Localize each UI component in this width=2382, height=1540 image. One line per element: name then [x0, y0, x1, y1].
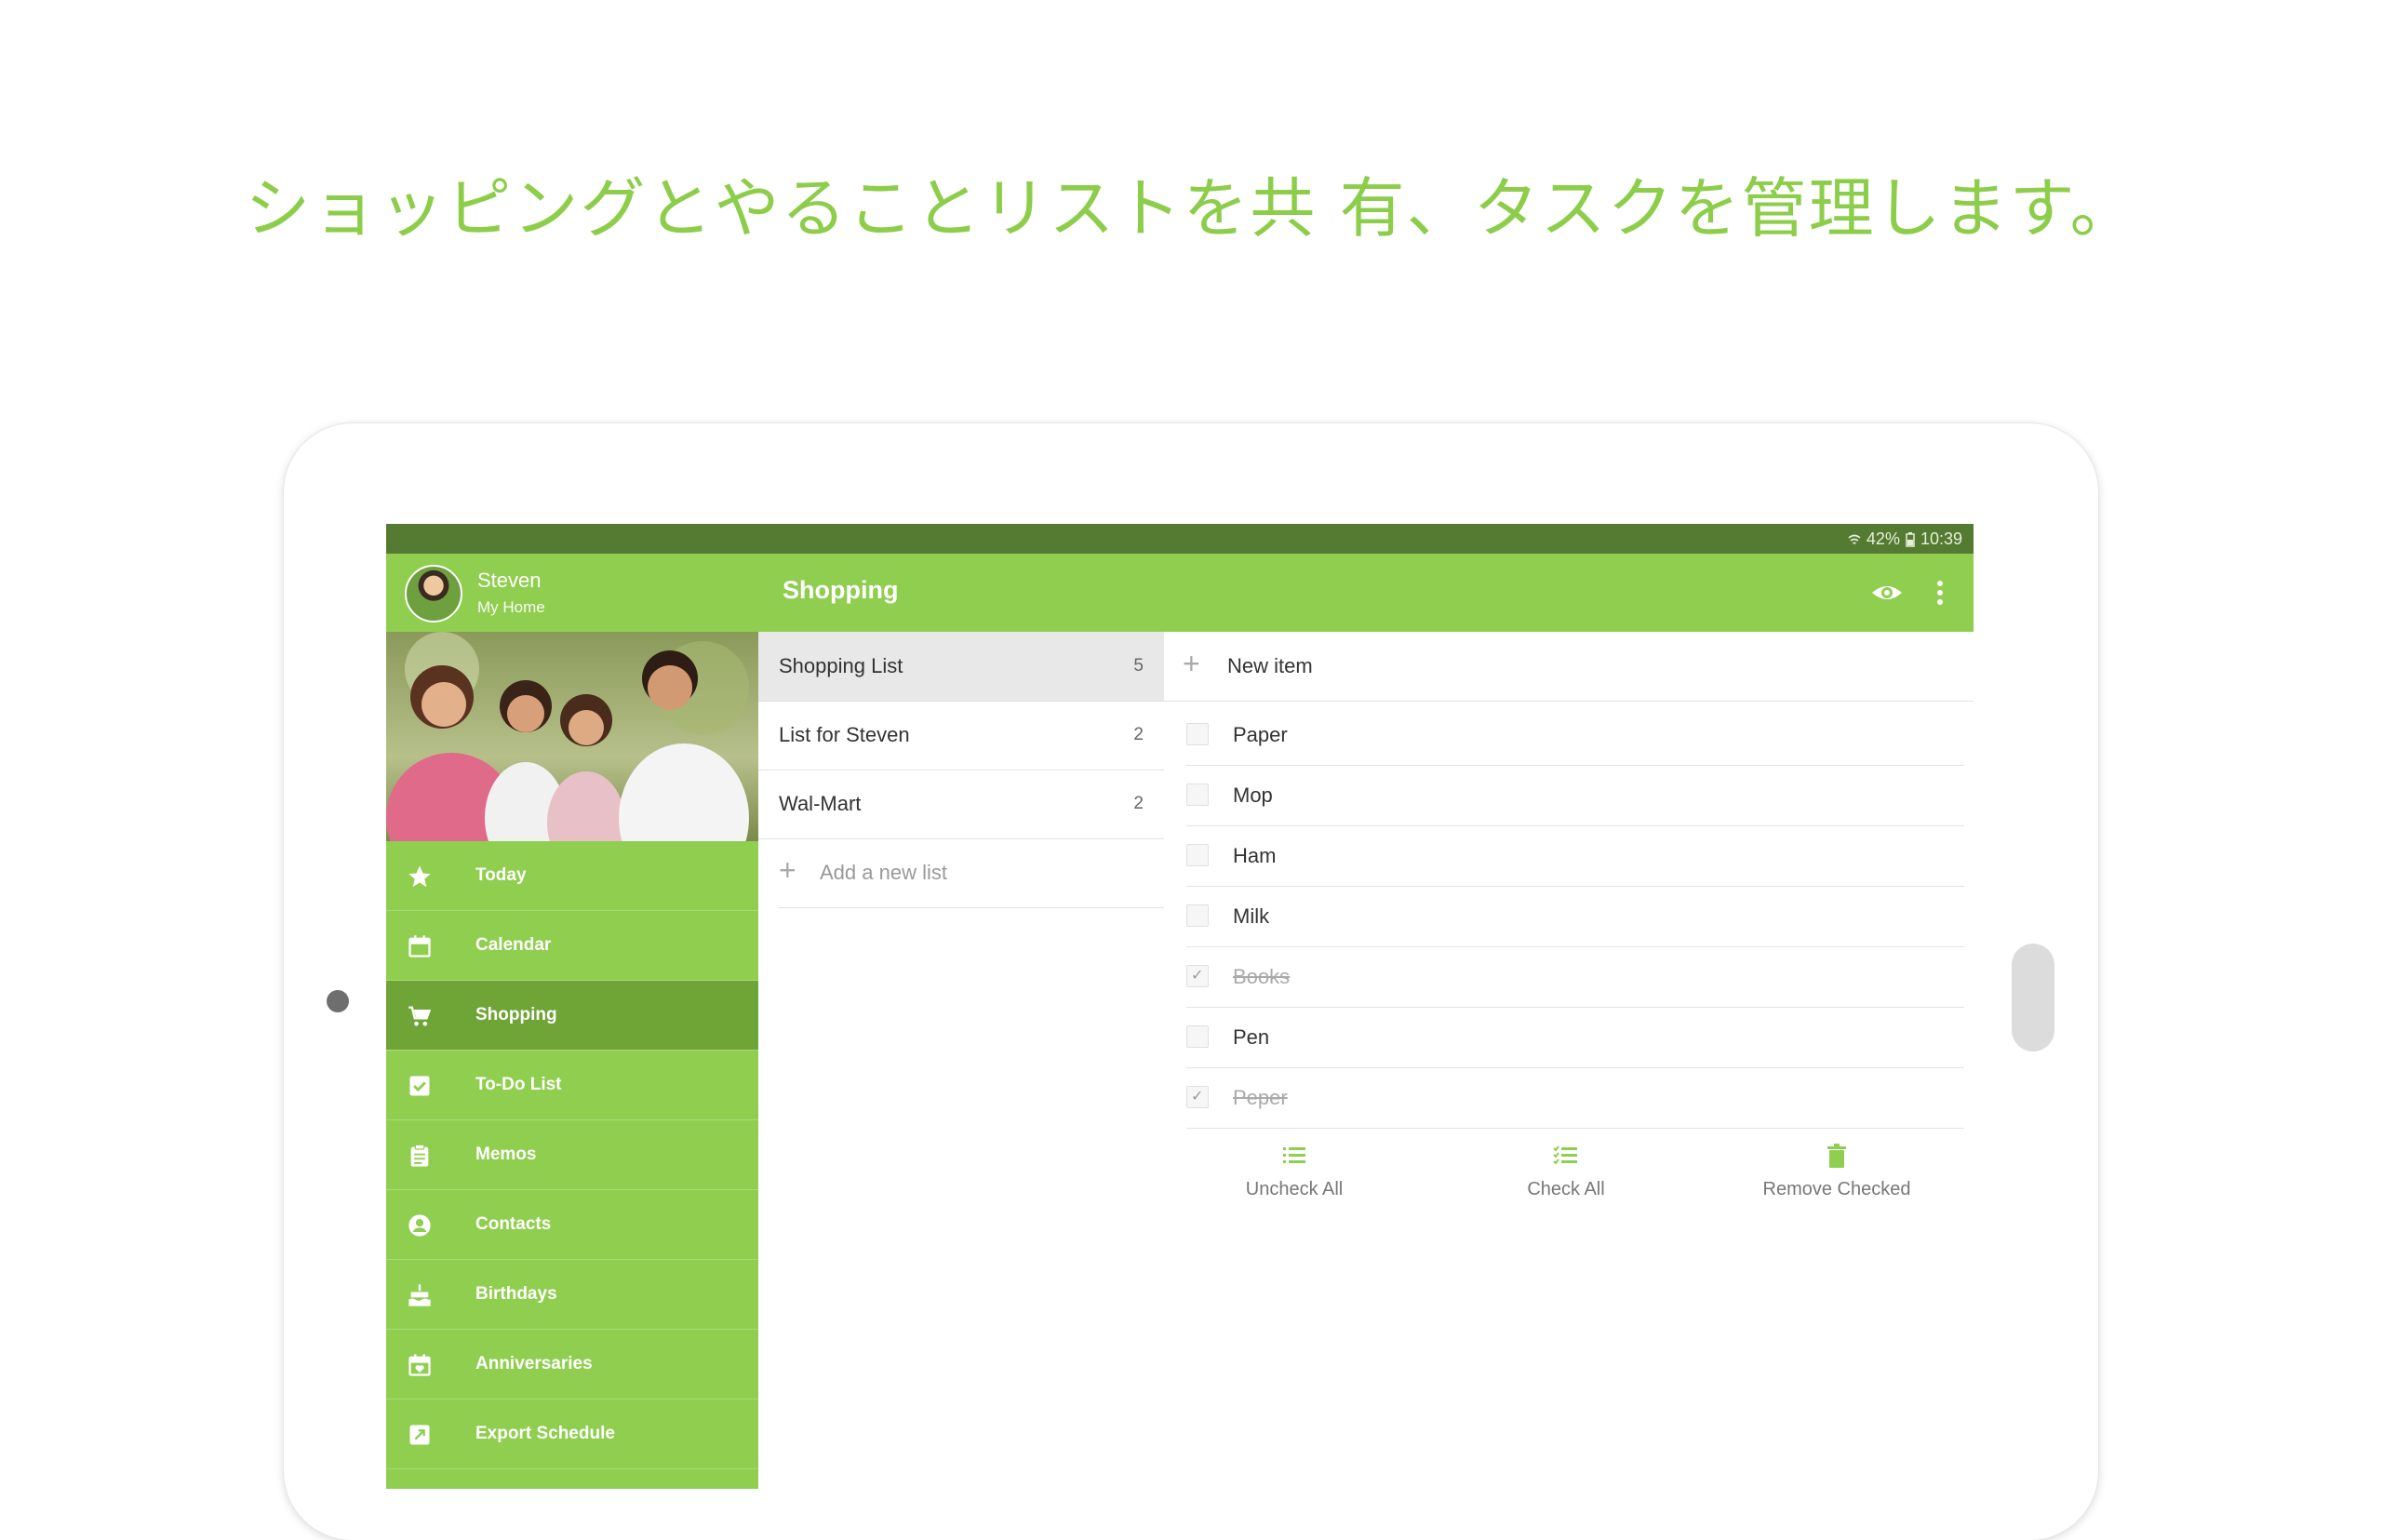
list-name: List for Steven	[779, 723, 910, 746]
camera-dot	[327, 990, 349, 1012]
remove-checked-label: Remove Checked	[1762, 1179, 1911, 1199]
wifi-icon	[1848, 534, 1861, 544]
item-label: Books	[1233, 965, 1291, 988]
cart-icon	[408, 1006, 432, 1026]
new-item-label: New item	[1227, 654, 1313, 677]
battery-icon	[1906, 531, 1915, 547]
list-count: 2	[1133, 794, 1144, 813]
item-checkbox[interactable]	[1186, 904, 1209, 927]
user-name: Steven	[477, 569, 542, 592]
list-count: 2	[1133, 725, 1144, 744]
family-photo	[386, 632, 758, 841]
home-name: My Home	[477, 598, 545, 616]
list-icon	[1283, 1147, 1305, 1163]
sidebar-item-label: Calendar	[475, 935, 552, 955]
more-vert-icon[interactable]	[1928, 574, 1952, 611]
sidebar-item-label: Today	[475, 865, 527, 885]
contact-icon	[408, 1214, 431, 1237]
uncheck-all-button[interactable]: Uncheck All	[1192, 1142, 1397, 1200]
sidebar-item-label: Memos	[475, 1145, 537, 1164]
list-item[interactable]: Ham	[1186, 825, 1964, 887]
list-item[interactable]: Peper	[1186, 1067, 1964, 1129]
plus-icon: +	[779, 853, 796, 887]
checklist-icon	[1553, 1145, 1577, 1165]
battery-percent: 42%	[1866, 529, 1900, 548]
list-item[interactable]: Shopping List 5	[758, 632, 1164, 702]
sidebar-item-label: Birthdays	[475, 1284, 557, 1304]
item-label: Milk	[1233, 904, 1270, 928]
item-checkbox[interactable]	[1186, 965, 1209, 987]
sidebar-item-shopping[interactable]: Shopping	[386, 981, 758, 1051]
avatar[interactable]	[405, 565, 462, 623]
eye-icon[interactable]	[1868, 574, 1906, 611]
list-item[interactable]: Wal-Mart 2	[758, 770, 1164, 839]
status-bar: 42% 10:39	[386, 524, 1974, 554]
sidebar-item-memos[interactable]: Memos	[386, 1120, 758, 1190]
lists-panel: Shopping List 5 List for Steven 2 Wal-Ma…	[758, 632, 1165, 1489]
app-screen: 42% 10:39 Steven My Home Shopping Today …	[386, 524, 1974, 1489]
event-icon	[408, 1354, 431, 1376]
list-item[interactable]: Milk	[1186, 886, 1964, 947]
item-label: Paper	[1233, 723, 1288, 746]
app-bar: Steven My Home Shopping	[386, 554, 1974, 632]
list-item[interactable]: Paper	[1186, 704, 1964, 766]
sidebar-item-contacts[interactable]: Contacts	[386, 1190, 758, 1260]
list-item[interactable]: Mop	[1186, 765, 1964, 826]
remove-checked-button[interactable]: Remove Checked	[1734, 1142, 1939, 1200]
item-label: Pen	[1233, 1025, 1270, 1049]
list-item[interactable]: List for Steven 2	[758, 701, 1164, 770]
list-item[interactable]: Pen	[1186, 1007, 1964, 1068]
item-label: Mop	[1233, 783, 1273, 807]
add-list-button[interactable]: + Add a new list	[779, 838, 1164, 908]
list-name: Shopping List	[779, 654, 903, 677]
sidebar-item-label: Shopping	[475, 1005, 557, 1024]
sidebar-item-label: Anniversaries	[475, 1354, 593, 1373]
plus-icon: +	[1183, 647, 1200, 680]
sidebar-item-label: To-Do List	[475, 1075, 562, 1094]
sidebar-item-export[interactable]: Export Schedule	[386, 1399, 758, 1469]
items-panel: + New item Paper Mop Ham Milk Books Pen	[1164, 632, 1974, 1489]
sidebar-item-today[interactable]: Today	[386, 841, 758, 911]
list-name: Wal-Mart	[779, 792, 862, 815]
uncheck-all-label: Uncheck All	[1245, 1179, 1344, 1199]
item-checkbox[interactable]	[1186, 844, 1209, 866]
page-title: Shopping	[783, 576, 899, 604]
item-label: Peper	[1233, 1086, 1288, 1109]
item-checkbox[interactable]	[1186, 723, 1209, 745]
sidebar-item-label: Export Schedule	[475, 1424, 615, 1443]
clipboard-icon	[410, 1144, 429, 1167]
sidebar-item-anniversaries[interactable]: Anniversaries	[386, 1330, 758, 1399]
sidebar-item-todo[interactable]: To-Do List	[386, 1051, 758, 1120]
item-checkbox[interactable]	[1186, 1086, 1209, 1108]
sidebar-item-label: Contacts	[475, 1214, 552, 1234]
sidebar: Today Calendar Shopping To-Do List Memos…	[386, 632, 758, 1489]
sidebar-nav: Today Calendar Shopping To-Do List Memos…	[386, 841, 758, 1469]
new-item-input[interactable]: + New item	[1164, 632, 1974, 702]
trash-icon	[1827, 1144, 1846, 1168]
check-all-button[interactable]: Check All	[1464, 1142, 1668, 1200]
sidebar-item-calendar[interactable]: Calendar	[386, 911, 758, 981]
star-icon	[408, 865, 431, 888]
add-list-label: Add a new list	[820, 861, 947, 884]
cake-icon	[408, 1284, 431, 1306]
export-icon	[409, 1425, 430, 1445]
home-button[interactable]	[2012, 944, 2054, 1051]
sidebar-item-birthdays[interactable]: Birthdays	[386, 1260, 758, 1330]
item-checkbox[interactable]	[1186, 1025, 1209, 1048]
clock: 10:39	[1920, 529, 1962, 548]
list-item[interactable]: Books	[1186, 946, 1964, 1008]
list-count: 5	[1133, 656, 1144, 676]
promo-headline: ショッピングとやることリストを共 有、タスクを管理します。	[245, 170, 2137, 247]
checkbox-icon	[409, 1076, 430, 1096]
item-label: Ham	[1233, 844, 1277, 867]
item-checkbox[interactable]	[1186, 783, 1209, 806]
check-all-label: Check All	[1527, 1179, 1605, 1199]
calendar-icon	[408, 935, 431, 957]
